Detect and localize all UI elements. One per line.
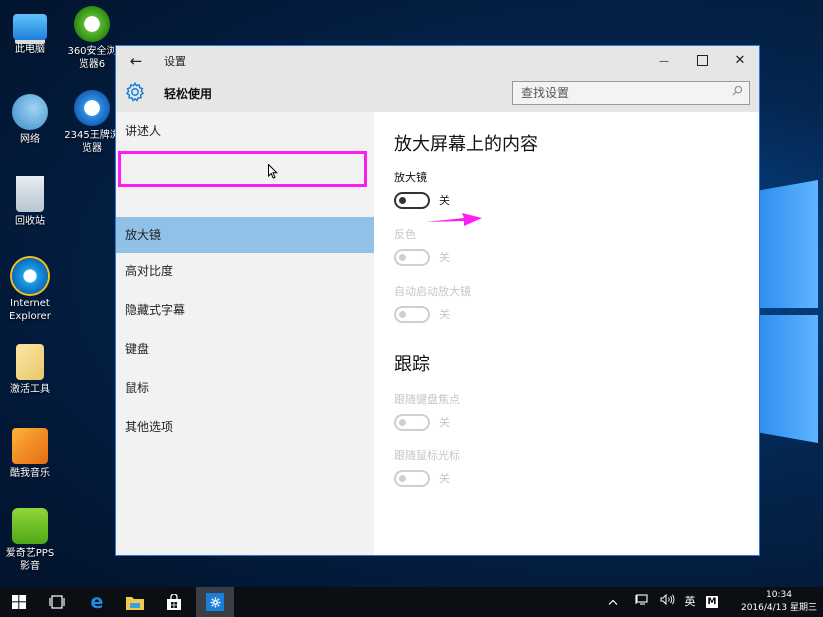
auto-start-toggle[interactable] <box>394 306 430 323</box>
minimize-button[interactable]: — <box>645 46 683 76</box>
activation-tool-icon <box>16 344 44 380</box>
sidebar-item-closed-captions[interactable]: 隐藏式字幕 <box>116 291 374 330</box>
desktop-icon-label: 激活工具 <box>10 384 50 395</box>
clock-time: 10:34 <box>766 590 792 600</box>
desktop-icon-iqiyi-pps[interactable]: 爱奇艺PPS 影音 <box>0 508 60 573</box>
task-view-icon <box>49 595 65 609</box>
chevron-up-icon <box>608 599 618 605</box>
follow-mouse-toggle[interactable] <box>394 470 430 487</box>
invert-colors-toggle[interactable] <box>394 249 430 266</box>
sidebar-item-mouse[interactable]: 鼠标 <box>116 369 374 408</box>
file-explorer-icon <box>126 596 144 610</box>
sidebar-item-magnifier[interactable]: 放大镜 <box>116 217 374 253</box>
sidebar-item-other-options[interactable]: 其他选项 <box>116 408 374 447</box>
gear-icon <box>124 81 146 103</box>
sidebar: 讲述人 放大镜 高对比度 隐藏式字幕 键盘 鼠标 其他选项 <box>116 112 374 555</box>
title-bar[interactable]: ← 设置 — ✕ <box>116 46 759 76</box>
network-status-icon <box>634 594 648 605</box>
toggle-state-label: 关 <box>439 251 450 264</box>
maximize-icon <box>696 55 708 66</box>
kuwo-music-icon <box>12 428 48 464</box>
desktop-icon-activation-tool[interactable]: 激活工具 <box>0 344 60 396</box>
toggle-state-label: 关 <box>439 308 450 321</box>
desktop-icon-internet-explorer[interactable]: Internet Explorer <box>0 258 60 323</box>
settings-header: 轻松使用 <box>116 76 759 112</box>
back-arrow-icon: ← <box>129 52 143 70</box>
network-icon <box>12 94 48 130</box>
magnifier-toggle[interactable] <box>394 192 430 209</box>
desktop-icon-label: 2345王牌浏览器 <box>64 130 120 154</box>
edge-icon: e <box>90 591 104 613</box>
settings-gear-icon <box>206 593 224 611</box>
tray-overflow-button[interactable] <box>604 587 622 617</box>
desktop-icon-this-pc[interactable]: 此电脑 <box>0 8 60 56</box>
mouse-cursor-icon <box>268 163 279 183</box>
computer-icon <box>13 14 47 40</box>
toggle-state-label: 关 <box>439 472 450 485</box>
toggle-state-label: 关 <box>439 416 450 429</box>
toggle-state-label: 关 <box>439 194 450 207</box>
taskbar-store-button[interactable] <box>155 587 193 617</box>
store-icon <box>167 593 181 610</box>
2345-browser-icon <box>74 90 110 126</box>
ime-mode-icon: M <box>706 596 718 608</box>
tray-network-button[interactable] <box>632 587 650 617</box>
desktop-icon-label: 回收站 <box>15 216 45 227</box>
taskbar-file-explorer-button[interactable] <box>116 587 154 617</box>
iqiyi-pps-icon <box>12 508 48 544</box>
desktop-icon-label: Internet Explorer <box>9 298 51 322</box>
annotation-arrow-icon <box>426 213 482 226</box>
sidebar-item-narrator[interactable]: 讲述人 <box>116 112 374 151</box>
volume-icon <box>660 593 674 606</box>
content-pane: 放大屏幕上的内容 放大镜 关 反色 关 自动启动放大镜 关 跟踪 跟随键盘焦点 … <box>374 112 759 555</box>
windows-start-icon <box>12 595 26 609</box>
360-browser-icon <box>74 6 110 42</box>
internet-explorer-icon <box>12 258 48 294</box>
setting-label-follow-keyboard: 跟随键盘焦点 <box>394 393 460 406</box>
follow-keyboard-toggle[interactable] <box>394 414 430 431</box>
desktop-icon-label: 网络 <box>20 134 40 145</box>
maximize-button[interactable] <box>683 46 721 76</box>
search-icon[interactable] <box>732 85 743 99</box>
ime-language-button[interactable]: 英 <box>681 587 699 617</box>
section-title-tracking: 跟踪 <box>394 354 430 375</box>
setting-label-auto-start: 自动启动放大镜 <box>394 285 471 298</box>
close-button[interactable]: ✕ <box>721 46 759 76</box>
task-view-button[interactable] <box>38 587 76 617</box>
search-input[interactable] <box>513 82 721 104</box>
settings-window: ← 设置 — ✕ 轻松使用 讲述人 放大镜 高对比度 <box>115 45 760 556</box>
setting-label-follow-mouse: 跟随鼠标光标 <box>394 449 460 462</box>
taskbar-settings-button[interactable] <box>196 587 234 617</box>
sidebar-item-keyboard[interactable]: 键盘 <box>116 330 374 369</box>
desktop-icon-label: 爱奇艺PPS 影音 <box>5 548 55 572</box>
tray-volume-button[interactable] <box>657 587 677 617</box>
search-box[interactable] <box>512 81 750 105</box>
taskbar-edge-button[interactable]: e <box>78 587 116 617</box>
start-button[interactable] <box>0 587 38 617</box>
taskbar-clock[interactable]: 10:34 2016/4/13 星期三 <box>741 589 817 615</box>
ime-mode-button[interactable]: M <box>704 587 720 617</box>
recycle-bin-icon <box>16 176 44 212</box>
setting-label-magnifier: 放大镜 <box>394 171 427 184</box>
desktop-icon-label: 360安全浏览器6 <box>67 46 117 70</box>
windows-logo-wallpaper <box>760 160 823 460</box>
desktop-icon-label: 此电脑 <box>15 44 45 55</box>
section-title-magnify: 放大屏幕上的内容 <box>394 134 538 155</box>
desktop-icon-kuwo-music[interactable]: 酷我音乐 <box>0 428 60 480</box>
back-button[interactable]: ← <box>124 50 148 72</box>
desktop-icon-label: 酷我音乐 <box>10 468 50 479</box>
close-icon: ✕ <box>734 53 746 68</box>
page-title: 轻松使用 <box>164 87 213 101</box>
desktop-icon-2345-browser[interactable]: 2345王牌浏览器 <box>62 90 122 155</box>
minimize-icon: — <box>659 56 669 67</box>
desktop-icon-network[interactable]: 网络 <box>0 94 60 146</box>
sidebar-item-high-contrast[interactable]: 高对比度 <box>116 252 374 291</box>
window-title: 设置 <box>164 55 186 68</box>
clock-date: 2016/4/13 星期三 <box>740 603 817 613</box>
desktop-icon-recycle-bin[interactable]: 回收站 <box>0 176 60 228</box>
taskbar: e 英 M 10:34 2016/4/13 星期三 <box>0 587 823 617</box>
setting-label-invert-colors: 反色 <box>394 228 416 241</box>
desktop-icon-360-browser[interactable]: 360安全浏览器6 <box>62 6 122 71</box>
